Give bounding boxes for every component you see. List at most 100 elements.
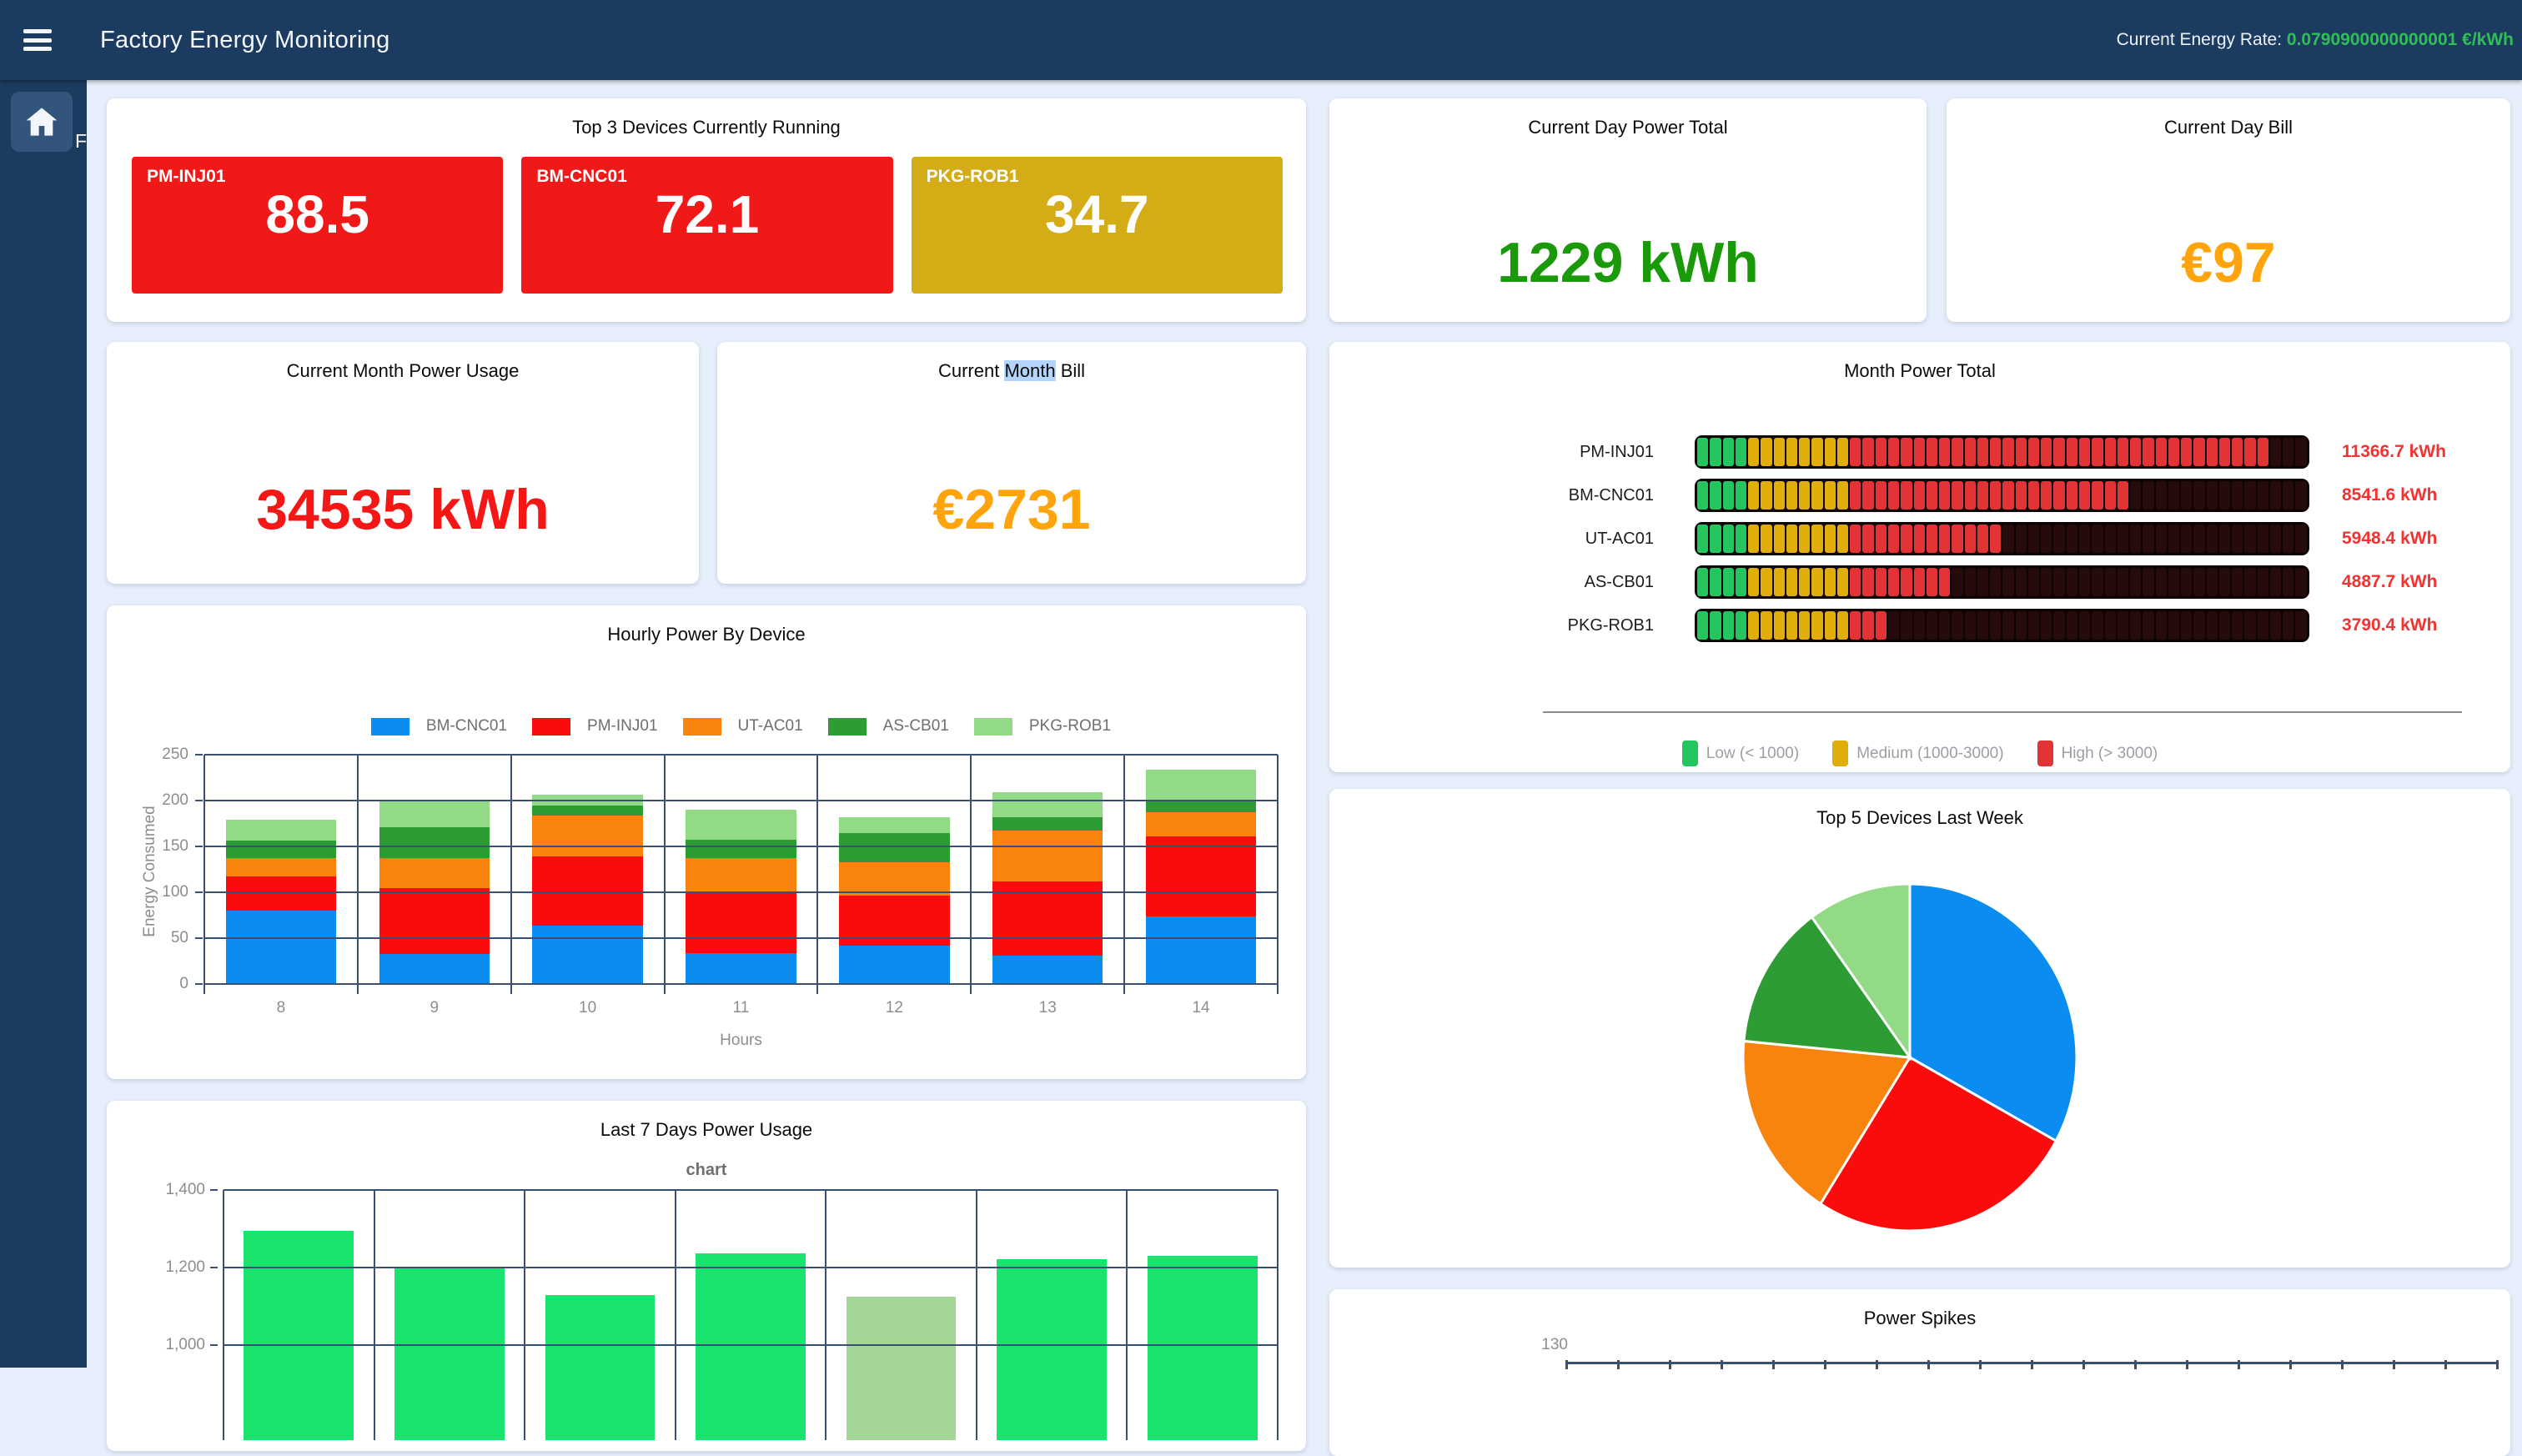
last7-title: Last 7 Days Power Usage [107, 1101, 1306, 1141]
stacked-bar-segment [992, 792, 1103, 817]
hourly-ytick-label: 150 [133, 837, 188, 856]
meter-segment [1901, 525, 1912, 553]
meter-segment [1697, 611, 1708, 640]
stacked-bar-segment [1146, 836, 1256, 916]
meter-segment [1723, 611, 1734, 640]
hourly-gridline [204, 846, 1278, 847]
meter-segment [1799, 525, 1810, 553]
spikes-tick-mark [2496, 1360, 2499, 1369]
hourly-legend-swatch [974, 718, 1012, 736]
meter-segment [1914, 568, 1925, 596]
meter-segment [2053, 525, 2064, 553]
sidebar-home-button[interactable] [11, 92, 73, 152]
meter-value-label: 4887.7 kWh [2342, 565, 2437, 599]
meter-segment [1952, 438, 1962, 466]
meter-segment [1901, 438, 1912, 466]
hourly-legend-swatch [532, 718, 570, 736]
day-total-title: Current Day Power Total [1329, 98, 1927, 138]
meter-segment [2295, 481, 2306, 510]
selected-text: Month [1004, 360, 1055, 381]
meter-segment [1990, 611, 2001, 640]
meter-segment [1799, 481, 1810, 510]
month-total-legend: Low (< 1000) Medium (1000-3000) High (> 30… [1329, 741, 2510, 766]
sidebar-clipped-label: F [75, 130, 87, 153]
day-total-value: 1229 kWh [1329, 230, 1927, 295]
last7-group-separator [1277, 1190, 1279, 1440]
hourly-group-separator [1123, 755, 1125, 994]
meter-segment [2156, 525, 2167, 553]
meter-segment [1736, 481, 1746, 510]
stacked-bar-segment [1146, 916, 1256, 984]
device-tile-pkg-rob1[interactable]: PKG-ROB1 34.7 [912, 157, 1283, 294]
spikes-tick-mark [1927, 1360, 1930, 1369]
top5-pie-chart [1329, 834, 2510, 1268]
stacked-bar-segment [839, 833, 949, 862]
meter-segment [2016, 438, 2027, 466]
hourly-ytick-mark [195, 891, 203, 893]
meter-segment [1977, 525, 1988, 553]
device-tile-pm-inj01[interactable]: PM-INJ01 88.5 [132, 157, 503, 294]
meter-segment [2207, 568, 2218, 596]
meter-segment [1901, 481, 1912, 510]
last7-ytick-label: 1,000 [132, 1336, 205, 1354]
meter-segment [1697, 568, 1708, 596]
last7-ytick-mark [210, 1189, 218, 1191]
sidebar: F [0, 80, 87, 1368]
meter-segment [2270, 568, 2281, 596]
meter-segment [2143, 481, 2153, 510]
hourly-legend-item: BM-CNC01 [371, 717, 507, 736]
meter-segment [2016, 568, 2027, 596]
meter-segment [2168, 611, 2179, 640]
meter-segment [1748, 525, 1759, 553]
meter-segment [1927, 438, 1937, 466]
meter-segment [1876, 525, 1886, 553]
spikes-tick-mark [1979, 1360, 1982, 1369]
device-tile-value: 88.5 [132, 183, 503, 245]
meter-segment [1965, 568, 1976, 596]
legend-item: Medium (1000-3000) [1832, 741, 2003, 766]
meter-segment [2118, 438, 2128, 466]
meter-segment [2219, 481, 2230, 510]
hourly-ytick-label: 250 [133, 746, 188, 764]
meter-segment [1927, 611, 1937, 640]
meter-segment [1965, 481, 1976, 510]
meter-segment [1914, 611, 1925, 640]
meter-segment [1990, 568, 2001, 596]
stacked-bar-segment [379, 954, 490, 984]
device-tile-bm-cnc01[interactable]: BM-CNC01 72.1 [521, 157, 892, 294]
meter-segment [1825, 481, 1836, 510]
meter-segment [1977, 611, 1988, 640]
meter-segment [2244, 568, 2255, 596]
last7-group-separator [1126, 1190, 1128, 1440]
meter-segment [1761, 438, 1771, 466]
meter-device-label: PKG-ROB1 [1529, 609, 1654, 642]
hourly-legend: BM-CNC01PM-INJ01UT-AC01AS-CB01PKG-ROB1 [204, 717, 1278, 736]
meter-segment [1888, 481, 1899, 510]
divider-line [1543, 711, 2462, 713]
stacked-bar-segment [226, 911, 336, 984]
meter-segment [1710, 438, 1721, 466]
meter-segment [1786, 438, 1797, 466]
hourly-group-separator [357, 755, 359, 994]
spikes-tick-mark [2444, 1360, 2447, 1369]
meter-bar [1695, 479, 2309, 512]
top5-pie-card: Top 5 Devices Last Week [1329, 789, 2510, 1268]
home-icon [25, 106, 58, 138]
legend-label: Low (< 1000) [1706, 745, 1799, 763]
hourly-group-separator [970, 755, 972, 994]
hamburger-menu-icon[interactable] [23, 29, 52, 51]
meter-segment [2130, 568, 2141, 596]
legend-item: High (> 3000) [2037, 741, 2158, 766]
meter-segment [2002, 568, 2013, 596]
meter-segment [2207, 438, 2218, 466]
meter-segment [2193, 481, 2204, 510]
meter-segment [1811, 438, 1822, 466]
meter-segment [2130, 438, 2141, 466]
last7-ytick-mark [210, 1267, 218, 1268]
stacked-bar-segment [379, 888, 490, 954]
hourly-ytick-mark [195, 846, 203, 847]
last7-bar [1148, 1256, 1258, 1440]
meter-segment [2002, 611, 2013, 640]
month-usage-value: 34535 kWh [107, 477, 699, 542]
meter-segment [1862, 438, 1873, 466]
